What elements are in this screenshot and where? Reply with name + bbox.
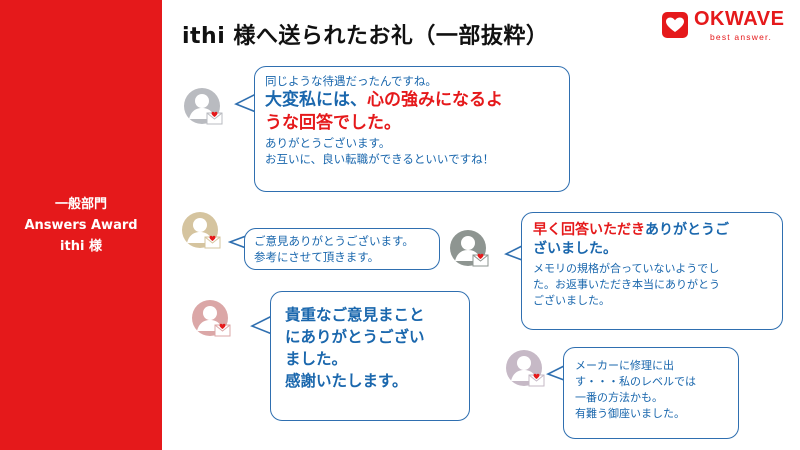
message-text: 感謝いたします。 [285, 372, 408, 390]
message-text: 有難う御座いました。 [575, 407, 685, 420]
thank-you-message: ご意見ありがとうございます。 参考にさせて頂きます。 [244, 228, 440, 270]
heart-logo-icon [662, 12, 688, 38]
message-text: メモリの規格が合っていないようでし [533, 262, 720, 275]
award-name: Answers Award [24, 217, 138, 233]
message-text: 一番の方法かも。 [575, 391, 663, 404]
thank-you-message: メーカーに修理に出 す・・・私のレベルでは 一番の方法かも。 有難う御座いました… [563, 347, 739, 439]
award-recipient: ithi 様 [60, 238, 102, 254]
message-text: お互いに、良い転職ができるといいですね！ [265, 152, 495, 166]
message-text: にありがとうござい [285, 328, 425, 346]
okwave-logo: OKWAVE best answer. [662, 8, 790, 48]
highlight-text: 心の強みになるよ [367, 90, 503, 110]
thank-you-message: 早く回答いただきありがとうご ざいました。 メモリの規格が合っていないようでし … [521, 212, 783, 330]
message-highlight: 早く回答いただきありがとうご [533, 222, 729, 238]
message-text: メーカーに修理に出 [575, 359, 674, 372]
message-text: ご意見ありがとうございます。 [254, 234, 414, 248]
thank-you-message: 貴重なご意見まこと にありがとうござい ました。 感謝いたします。 [270, 291, 470, 421]
message-text: ありがとうございます。 [265, 136, 391, 150]
user-avatar-icon [448, 228, 492, 272]
user-avatar-icon [182, 86, 226, 130]
message-text: た。お返事いただき本当にありがとう [533, 278, 720, 291]
message-text: す・・・私のレベルでは [575, 375, 696, 388]
award-category: 一般部門 [54, 196, 107, 212]
user-avatar-icon [504, 348, 548, 392]
page-title: ithi 様へ送られたお礼（一部抜粋） [182, 24, 549, 49]
thank-you-message: 同じような待遇だったんですね。 大変私には、心の強みになるよ うな回答でした。 … [254, 66, 570, 192]
highlight-text: うな回答でした。 [265, 113, 401, 133]
message-text: ざいました。 [533, 241, 617, 257]
user-avatar-icon [180, 210, 224, 254]
message-text: 参考にさせて頂きます。 [254, 250, 380, 264]
message-highlight: 大変私には、心の強みになるよ [265, 90, 503, 110]
message-text: ました。 [285, 350, 348, 368]
message-text: ございました。 [533, 294, 610, 307]
user-avatar-icon [190, 298, 234, 342]
logo-wordmark: OKWAVE [694, 8, 785, 30]
award-sidebar: 一般部門 Answers Award ithi 様 [0, 0, 162, 450]
message-text: 同じような待遇だったんですね。 [265, 74, 437, 88]
message-text: 貴重なご意見まこと [285, 306, 425, 324]
highlight-text: 早く回答いただき [533, 222, 645, 238]
logo-tagline: best answer. [710, 32, 773, 42]
